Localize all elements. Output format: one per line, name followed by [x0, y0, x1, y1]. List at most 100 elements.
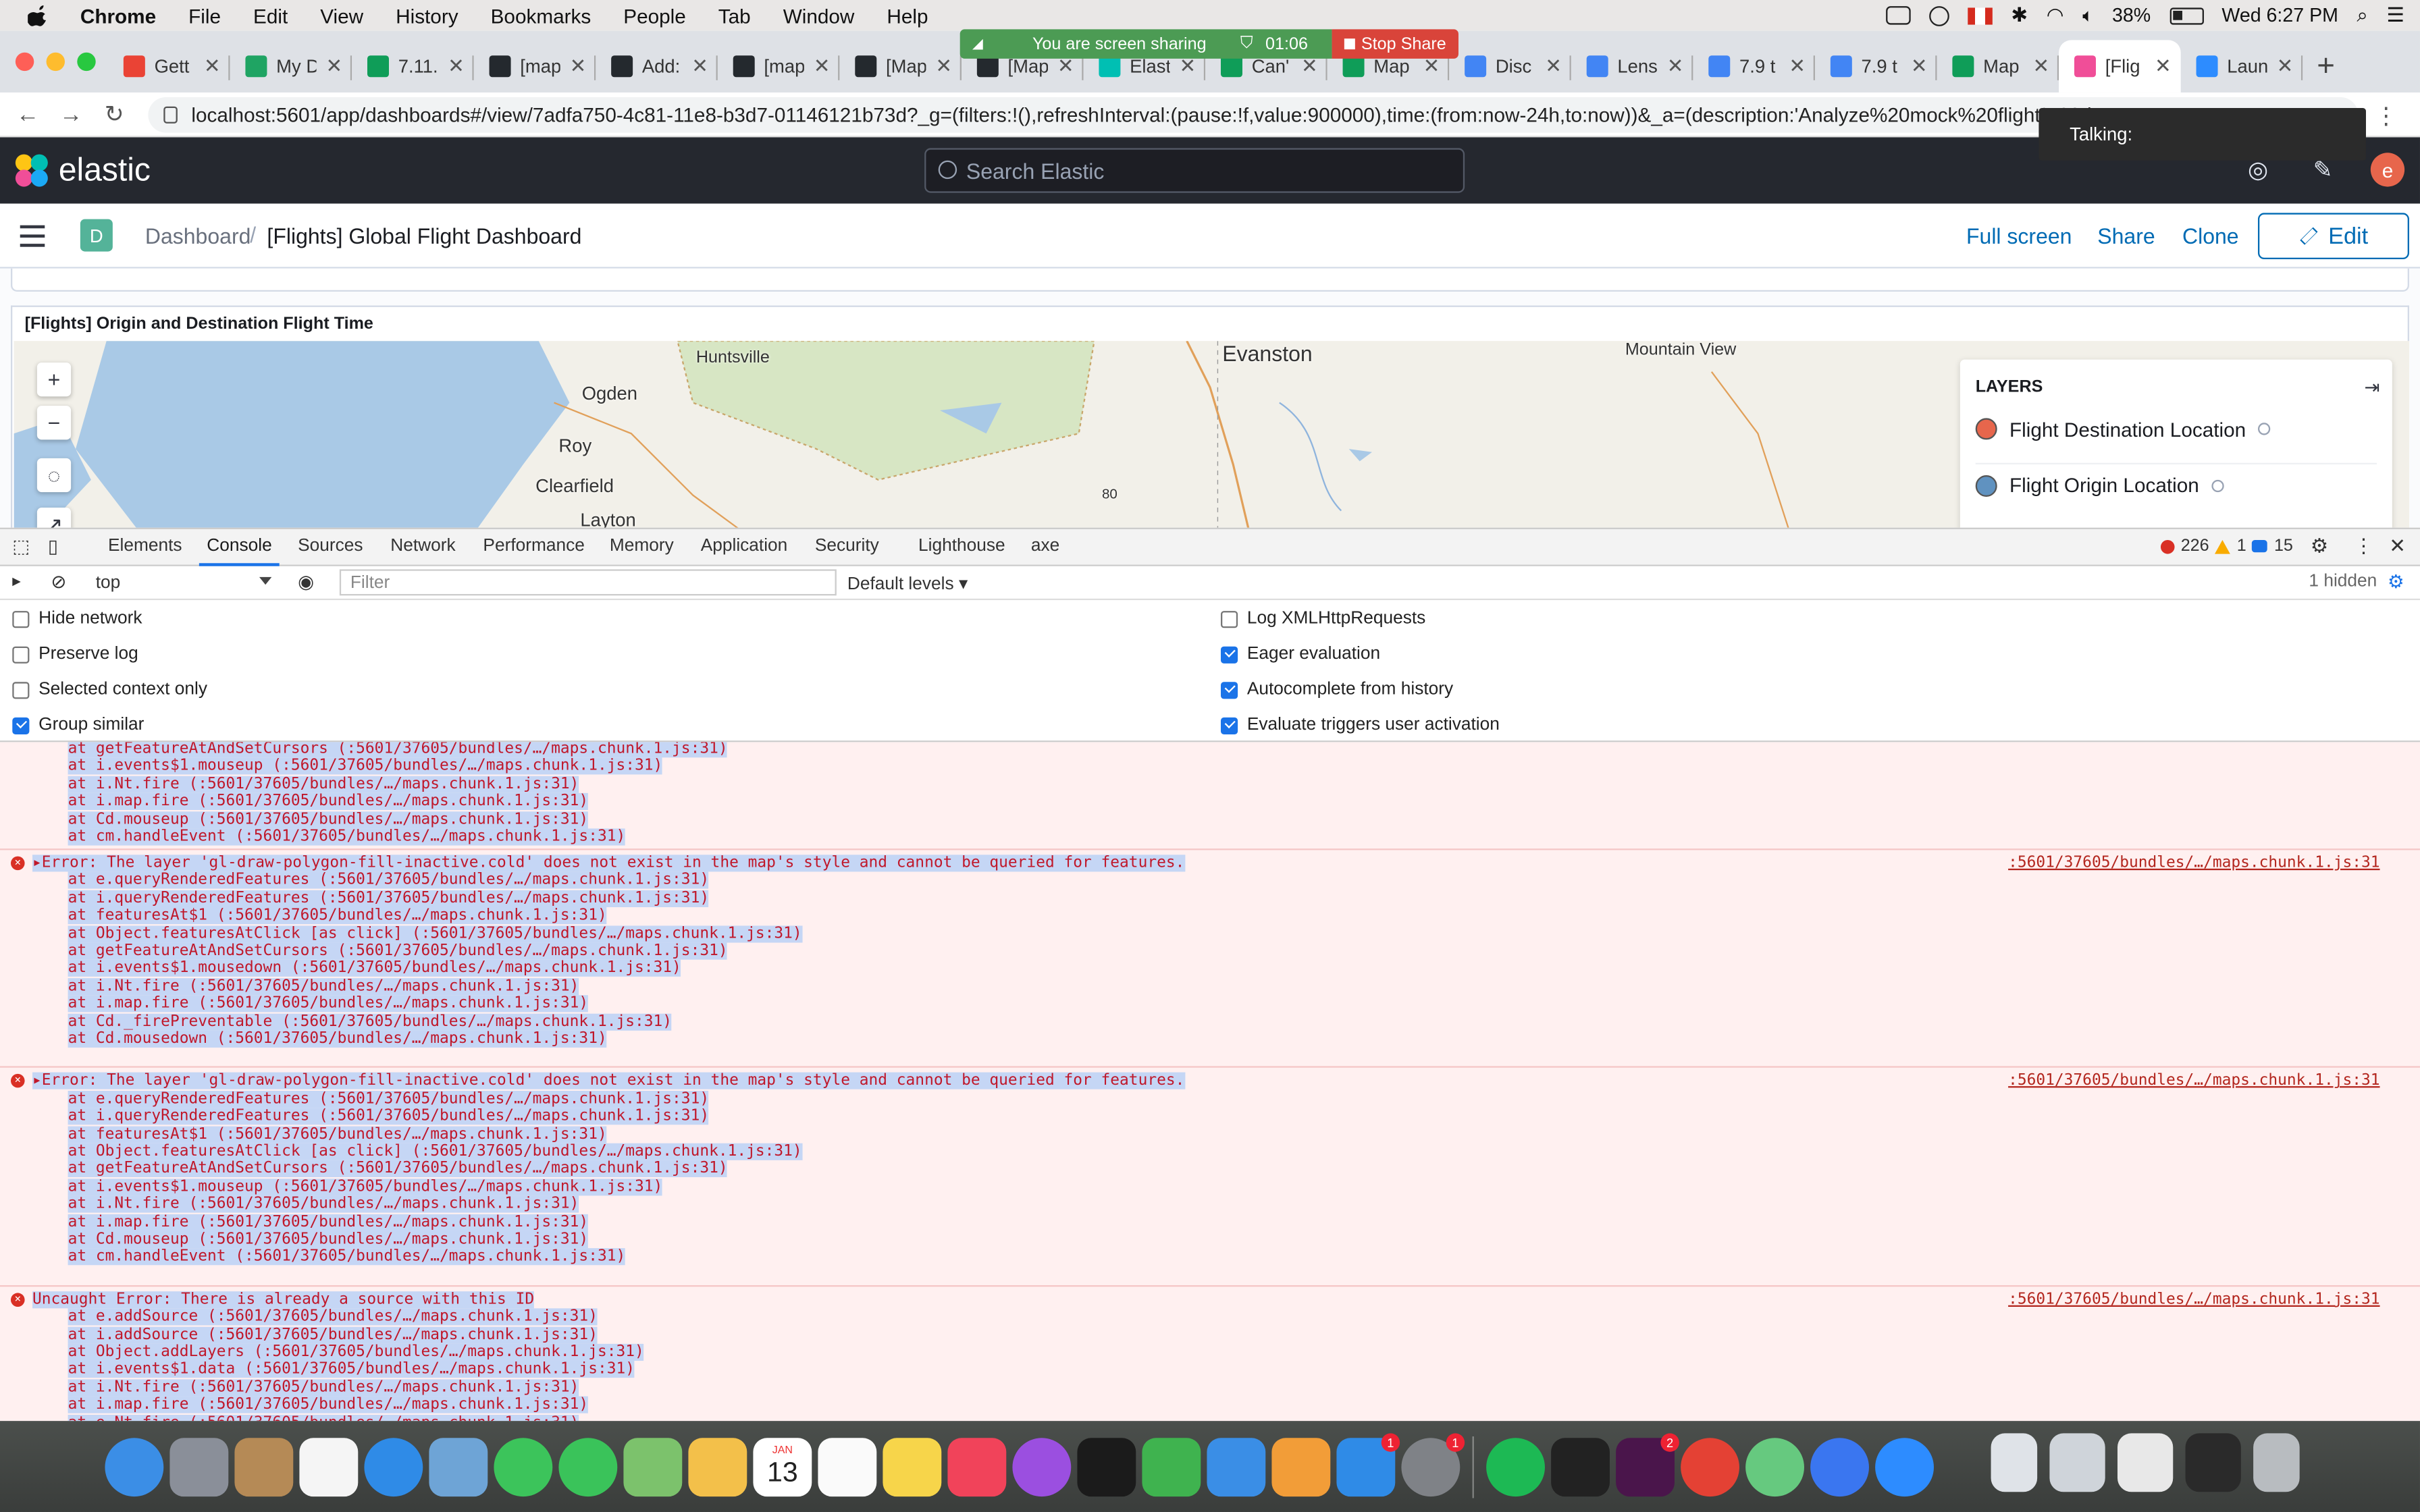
menu-toggle-icon[interactable] [20, 225, 45, 247]
news-icon[interactable] [299, 1438, 359, 1497]
share-button[interactable]: Share [2097, 223, 2155, 248]
close-tab-icon[interactable]: ✕ [2032, 54, 2049, 79]
layer-row-origin[interactable]: Flight Origin Location [1975, 462, 2377, 506]
system-preferences-icon[interactable]: 1 [1401, 1433, 1465, 1497]
facetime-icon[interactable] [494, 1438, 553, 1497]
site-info-icon[interactable] [163, 106, 178, 124]
stack-frame[interactable]: at i.events$1.data (:5601/37605/bundles/… [68, 1361, 635, 1379]
menu-help[interactable]: Help [887, 4, 928, 27]
tab-axe[interactable]: axe [1031, 537, 1059, 555]
close-tab-icon[interactable]: ✕ [1789, 54, 1806, 79]
browser-tab[interactable]: Disc ✕ [1449, 40, 1571, 92]
space-avatar[interactable]: D [80, 219, 113, 252]
browser-tab[interactable]: 7.11. ✕ [352, 40, 474, 92]
minimize-window-button[interactable] [46, 52, 65, 72]
stack-frame[interactable]: at i.events$1.mouseup (:5601/37605/bundl… [68, 1178, 663, 1196]
tab-performance[interactable]: Performance [483, 537, 584, 555]
podcasts-icon[interactable] [1012, 1438, 1072, 1497]
console-output[interactable]: at getFeatureAtAndSetCursors (:5601/3760… [0, 742, 2420, 1422]
tab-memory[interactable]: Memory [610, 537, 674, 555]
option-selected-context[interactable]: Selected context only [12, 680, 207, 699]
volume-icon[interactable]: 🔈︎ [2082, 4, 2093, 27]
reload-icon[interactable]: ↻ [93, 101, 136, 128]
new-tab-button[interactable]: + [2303, 40, 2349, 92]
error-headline[interactable]: Uncaught Error: There is already a sourc… [32, 1291, 535, 1309]
screenshot-stack-icon[interactable] [2049, 1433, 2105, 1492]
stack-frame[interactable]: at e.queryRenderedFeatures (:5601/37605/… [68, 872, 710, 890]
reminders-icon[interactable] [818, 1438, 877, 1497]
fit-to-data-icon[interactable]: ◌ [36, 458, 72, 493]
option-user-activation[interactable]: Evaluate triggers user activation [1220, 716, 1500, 734]
stack-frame[interactable]: at Cd.mouseup (:5601/37605/bundles/…/map… [68, 811, 589, 828]
device-toolbar-icon[interactable]: ▯ [48, 535, 58, 557]
stack-frame[interactable]: at Cd._firePreventable (:5601/37605/bund… [68, 1013, 673, 1031]
option-autocomplete[interactable]: Autocomplete from history [1220, 680, 1453, 699]
menu-tab[interactable]: Tab [718, 4, 751, 27]
share-drag-icon[interactable]: ◢ [972, 36, 983, 53]
stack-frame[interactable]: at i.events$1.mousedown (:5601/37605/bun… [68, 960, 681, 978]
stack-frame[interactable]: at Object.addLayers (:5601/37605/bundles… [68, 1343, 644, 1361]
stack-frame[interactable]: at cm.handleEvent (:5601/37605/bundles/…… [68, 828, 625, 846]
checkbox[interactable] [12, 716, 30, 734]
input-source-flag-icon[interactable] [1968, 7, 1993, 24]
apple-icon[interactable] [28, 5, 49, 26]
stack-frame[interactable]: at i.map.fire (:5601/37605/bundles/…/map… [68, 1213, 589, 1231]
menu-app-name[interactable]: Chrome [80, 4, 156, 27]
stack-frame[interactable]: at i.Nt.fire (:5601/37605/bundles/…/maps… [68, 776, 579, 793]
close-tab-icon[interactable]: ✕ [2277, 54, 2294, 79]
error-headline[interactable]: ▸Error: The layer 'gl-draw-polygon-fill-… [32, 855, 1184, 872]
menu-view[interactable]: View [320, 4, 363, 27]
menu-bookmarks[interactable]: Bookmarks [491, 4, 591, 27]
close-tab-icon[interactable]: ✕ [1667, 54, 1684, 79]
atom-icon[interactable] [1745, 1438, 1804, 1497]
finder-icon[interactable] [105, 1438, 164, 1497]
console-error-message[interactable]: × Uncaught Error: There is already a sour… [0, 1285, 2420, 1422]
console-message[interactable]: at getFeatureAtAndSetCursors (:5601/3760… [0, 742, 2420, 849]
browser-tab[interactable]: [Map ✕ [839, 40, 962, 92]
stack-frame[interactable]: at Object.featuresAtClick [as click] (:5… [68, 925, 802, 942]
stack-frame[interactable]: at i.map.fire (:5601/37605/bundles/…/map… [68, 995, 589, 1013]
console-error-message[interactable]: × ▸Error: The layer 'gl-draw-polygon-fill… [0, 848, 2420, 1067]
photos-icon[interactable] [688, 1438, 747, 1497]
draw-tool-icon[interactable]: ↗ [36, 507, 72, 529]
checkbox[interactable] [12, 681, 30, 699]
option-eager-eval[interactable]: Eager evaluation [1220, 645, 1380, 664]
tab-security[interactable]: Security [815, 537, 879, 555]
browser-menu-icon[interactable]: ⋮ [2365, 102, 2408, 130]
console-filter-input[interactable]: Filter [339, 569, 837, 596]
devtools-more-icon[interactable]: ⋮ [2354, 534, 2374, 559]
downloads-stack-icon[interactable] [1991, 1433, 2038, 1492]
menu-file[interactable]: File [188, 4, 221, 27]
source-location-link[interactable]: :5601/37605/bundles/…/maps.chunk.1.js:31 [2008, 1073, 2379, 1089]
safari-icon[interactable] [364, 1438, 423, 1497]
messages-icon[interactable] [558, 1438, 618, 1497]
close-tab-icon[interactable]: ✕ [2155, 54, 2172, 79]
console-settings-icon[interactable]: ⚙ [2388, 571, 2404, 593]
stack-frame[interactable]: at i.addSource (:5601/37605/bundles/…/ma… [68, 1326, 598, 1344]
stack-frame[interactable]: at featuresAt$1 (:5601/37605/bundles/…/m… [68, 907, 607, 925]
camera-status-icon[interactable] [1886, 6, 1911, 25]
live-expression-eye-icon[interactable]: ◉ [298, 571, 314, 593]
clock[interactable]: Wed 6:27 PM [2221, 5, 2338, 26]
tv-icon[interactable] [1077, 1438, 1136, 1497]
close-tab-icon[interactable]: ✕ [814, 54, 831, 79]
map-canvas[interactable]: Huntsville Ogden Roy Clearfield Layton E… [14, 341, 2409, 529]
log-levels-dropdown[interactable]: Default levels ▾ [847, 572, 968, 594]
forward-icon[interactable]: → [49, 101, 93, 128]
slack-icon[interactable]: 2 [1616, 1433, 1679, 1497]
zoom-out-button[interactable]: − [36, 406, 72, 440]
close-tab-icon[interactable]: ✕ [570, 54, 587, 79]
zoom-window-button[interactable] [77, 52, 96, 72]
console-error-message[interactable]: × ▸Error: The layer 'gl-draw-polygon-fill… [0, 1066, 2420, 1285]
checkbox[interactable] [1220, 681, 1238, 699]
stack-frame[interactable]: at e.Nt.fire (:5601/37605/bundles/…/maps… [68, 1414, 579, 1422]
browser-tab[interactable]: 7.9 t ✕ [1693, 40, 1815, 92]
tab-application[interactable]: Application [701, 537, 788, 555]
source-location-link[interactable]: :5601/37605/bundles/…/maps.chunk.1.js:31 [2008, 855, 2379, 871]
stack-frame[interactable]: at featuresAt$1 (:5601/37605/bundles/…/m… [68, 1125, 607, 1143]
stack-frame[interactable]: at i.Nt.fire (:5601/37605/bundles/…/maps… [68, 977, 579, 996]
wifi-icon[interactable]: ◠ [2047, 3, 2064, 28]
battery-icon[interactable] [2169, 7, 2203, 24]
stack-frame[interactable]: at e.queryRenderedFeatures (:5601/37605/… [68, 1090, 710, 1108]
checkbox[interactable] [1220, 610, 1238, 628]
